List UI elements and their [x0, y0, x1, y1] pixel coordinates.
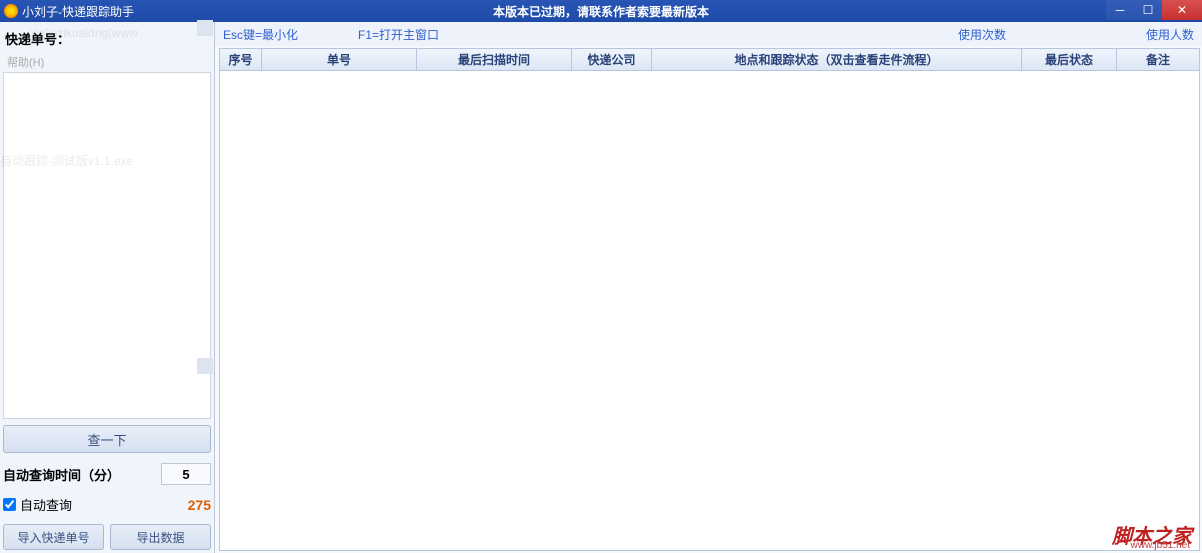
watermark-url: www.jb51.net [1131, 540, 1190, 551]
right-panel: Esc键=最小化 F1=打开主窗口 使用次数 使用人数 序号 单号 最后扫描时间… [215, 22, 1202, 553]
col-tracking-no[interactable]: 单号 [262, 49, 417, 70]
ghost-help: 帮助(H) [3, 52, 211, 72]
hint-use-people: 使用人数 [1146, 26, 1194, 43]
hint-esc: Esc键=最小化 [223, 26, 298, 43]
left-panel: 快递单号： 帮助(H) 查一下 自动查询时间（分） 自动查询 275 导入快递单… [0, 22, 215, 553]
scroll-up-icon [197, 20, 213, 36]
tracking-table: 序号 单号 最后扫描时间 快递公司 地点和跟踪状态（双击查看走件流程） 最后状态… [219, 48, 1200, 551]
tracking-label: 快递单号： [3, 25, 211, 52]
app-title: 小刘子-快递跟踪助手 [22, 3, 134, 20]
hint-bar: Esc键=最小化 F1=打开主窗口 使用次数 使用人数 [215, 22, 1202, 46]
auto-query-interval-input[interactable] [161, 463, 211, 485]
titlebar: 小刘子-快递跟踪助手 本版本已过期，请联系作者索要最新版本 ─ ☐ ✕ [0, 0, 1202, 22]
query-button[interactable]: 查一下 [3, 425, 211, 453]
maximize-button[interactable]: ☐ [1134, 0, 1162, 20]
import-button[interactable]: 导入快递单号 [3, 524, 104, 550]
col-last-status[interactable]: 最后状态 [1022, 49, 1117, 70]
col-last-scan[interactable]: 最后扫描时间 [417, 49, 572, 70]
table-body [220, 71, 1199, 550]
scroll-down-icon [197, 358, 213, 374]
col-courier[interactable]: 快递公司 [572, 49, 652, 70]
auto-query-label: 自动查询时间（分） [3, 465, 120, 484]
auto-query-check-label: 自动查询 [20, 495, 72, 514]
export-button[interactable]: 导出数据 [110, 524, 211, 550]
table-header: 序号 单号 最后扫描时间 快递公司 地点和跟踪状态（双击查看走件流程） 最后状态… [220, 49, 1199, 71]
col-remark[interactable]: 备注 [1117, 49, 1199, 70]
app-icon [4, 4, 18, 18]
close-button[interactable]: ✕ [1162, 0, 1202, 20]
tracking-input[interactable] [3, 72, 211, 419]
auto-query-checkbox[interactable] [3, 498, 16, 511]
auto-query-count: 275 [188, 497, 211, 513]
expiry-notice: 本版本已过期，请联系作者索要最新版本 [493, 3, 709, 20]
col-seq[interactable]: 序号 [220, 49, 262, 70]
hint-use-count: 使用次数 [958, 26, 1006, 43]
minimize-button[interactable]: ─ [1106, 0, 1134, 20]
col-location-status[interactable]: 地点和跟踪状态（双击查看走件流程） [652, 49, 1022, 70]
hint-f1: F1=打开主窗口 [358, 26, 439, 43]
